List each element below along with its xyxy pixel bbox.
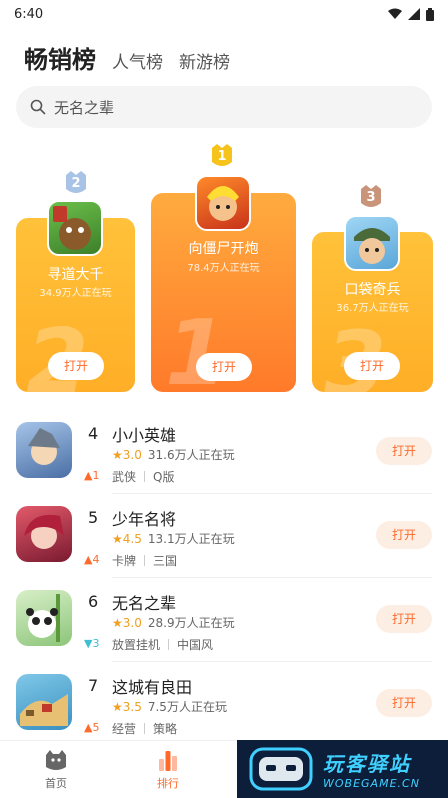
- trend-indicator: ▼3: [84, 637, 100, 650]
- game-meta: ★4.5 13.1万人正在玩: [112, 530, 235, 547]
- trend-indicator: ▲5: [84, 721, 100, 734]
- robot-icon: [249, 747, 313, 791]
- podium-1-name: 向僵尸开炮: [188, 241, 259, 257]
- divider: [112, 493, 432, 494]
- game-score: 3.0: [122, 447, 142, 462]
- divider: [112, 577, 432, 578]
- rank-number: 4: [88, 424, 99, 443]
- trend-indicator: ▲4: [84, 553, 100, 566]
- game-players: 13.1万人正在玩: [147, 532, 235, 546]
- tab-popular[interactable]: 人气榜: [112, 48, 163, 73]
- rank-3-number: 3: [366, 189, 376, 205]
- rank-2-badge: 2: [63, 171, 89, 195]
- rank-number: 7: [88, 676, 99, 695]
- game-score: 4.5: [122, 531, 142, 546]
- game-tag: Q版: [153, 470, 175, 484]
- trend-indicator: ▲1: [84, 469, 100, 482]
- status-icons: [388, 7, 434, 21]
- game-tags: 卡牌 三国: [112, 552, 177, 569]
- game-tag: 策略: [153, 722, 178, 736]
- game-tag: 三国: [153, 554, 178, 568]
- game-name: 这城有良田: [112, 678, 193, 697]
- trend-value: 5: [92, 721, 100, 734]
- signal-icon: [408, 8, 420, 20]
- nav-rank-label: 排行: [157, 777, 179, 790]
- home-icon: [46, 750, 66, 770]
- star-icon: ★3.0: [112, 447, 142, 462]
- game-players: 7.5万人正在玩: [147, 700, 227, 714]
- game-tag: 经营: [112, 722, 137, 736]
- game-players: 31.6万人正在玩: [147, 448, 235, 462]
- rank-number: 6: [88, 592, 99, 611]
- ranking-tabs: 畅销榜 人气榜 新游榜: [24, 40, 230, 75]
- game-tags: 放置挂机 中国风: [112, 636, 213, 653]
- game-7-icon: [16, 674, 72, 730]
- podium-3-name: 口袋奇兵: [344, 282, 401, 298]
- rank-1-number: 1: [217, 148, 227, 164]
- search-placeholder: 无名之辈: [54, 98, 115, 117]
- rank-icon: [159, 751, 177, 771]
- watermark-logo: 玩客驿站 WOBEGAME.CN: [237, 740, 448, 798]
- podium-1-players: 78.4万人正在玩: [187, 263, 260, 274]
- star-icon: ★4.5: [112, 531, 142, 546]
- nav-rank[interactable]: 排行: [138, 749, 198, 791]
- podium-2-name: 寻道大千: [47, 267, 104, 283]
- game-name: 无名之辈: [112, 594, 177, 613]
- wifi-icon: [388, 8, 402, 19]
- podium-1-game-icon: [195, 175, 251, 231]
- game-tag: 中国风: [177, 638, 214, 652]
- game-score: 3.0: [122, 615, 142, 630]
- game-5-icon: [16, 506, 72, 562]
- open-button[interactable]: 打开: [376, 437, 432, 465]
- status-bar: 6:40: [0, 0, 448, 28]
- podium-3-open-button[interactable]: 打开: [344, 352, 400, 380]
- watermark-text: 玩客驿站: [323, 752, 411, 776]
- game-tag: 武侠: [112, 470, 137, 484]
- game-4-icon: [16, 422, 72, 478]
- watermark-url: WOBEGAME.CN: [323, 777, 420, 790]
- podium-3-game-icon: [344, 215, 400, 271]
- game-tag: 卡牌: [112, 554, 137, 568]
- search-icon: [30, 99, 46, 115]
- trend-value: 4: [92, 553, 100, 566]
- star-icon: ★3.5: [112, 699, 142, 714]
- open-button[interactable]: 打开: [376, 605, 432, 633]
- game-tags: 经营 策略: [112, 720, 177, 737]
- trend-value: 1: [92, 469, 100, 482]
- rank-number: 5: [88, 508, 99, 527]
- tab-bestseller[interactable]: 畅销榜: [24, 40, 96, 75]
- game-meta: ★3.5 7.5万人正在玩: [112, 698, 227, 715]
- game-score: 3.5: [122, 699, 142, 714]
- podium-2-players: 34.9万人正在玩: [39, 288, 112, 299]
- trend-value: 3: [92, 637, 100, 650]
- podium-2-game-icon: [47, 200, 103, 256]
- nav-home-label: 首页: [45, 777, 67, 790]
- open-button[interactable]: 打开: [376, 689, 432, 717]
- podium-2-open-button[interactable]: 打开: [48, 352, 104, 380]
- status-time: 6:40: [14, 6, 44, 22]
- game-players: 28.9万人正在玩: [147, 616, 235, 630]
- game-meta: ★3.0 31.6万人正在玩: [112, 446, 235, 463]
- divider: [112, 661, 432, 662]
- battery-icon: [426, 7, 434, 21]
- nav-home[interactable]: 首页: [26, 749, 86, 791]
- game-name: 少年名将: [112, 510, 177, 529]
- game-meta: ★3.0 28.9万人正在玩: [112, 614, 235, 631]
- game-name: 小小英雄: [112, 426, 177, 445]
- rank-2-number: 2: [71, 175, 81, 191]
- game-tag: 放置挂机: [112, 638, 161, 652]
- game-6-icon: [16, 590, 72, 646]
- tab-new-games[interactable]: 新游榜: [179, 48, 230, 73]
- rank-3-badge: 3: [358, 185, 384, 209]
- open-button[interactable]: 打开: [376, 521, 432, 549]
- game-tags: 武侠 Q版: [112, 468, 174, 485]
- star-icon: ★3.0: [112, 615, 142, 630]
- search-bar[interactable]: 无名之辈: [16, 86, 432, 128]
- rank-1-badge: 1: [209, 144, 235, 168]
- podium-1-open-button[interactable]: 打开: [196, 353, 252, 381]
- podium-3-players: 36.7万人正在玩: [336, 303, 409, 314]
